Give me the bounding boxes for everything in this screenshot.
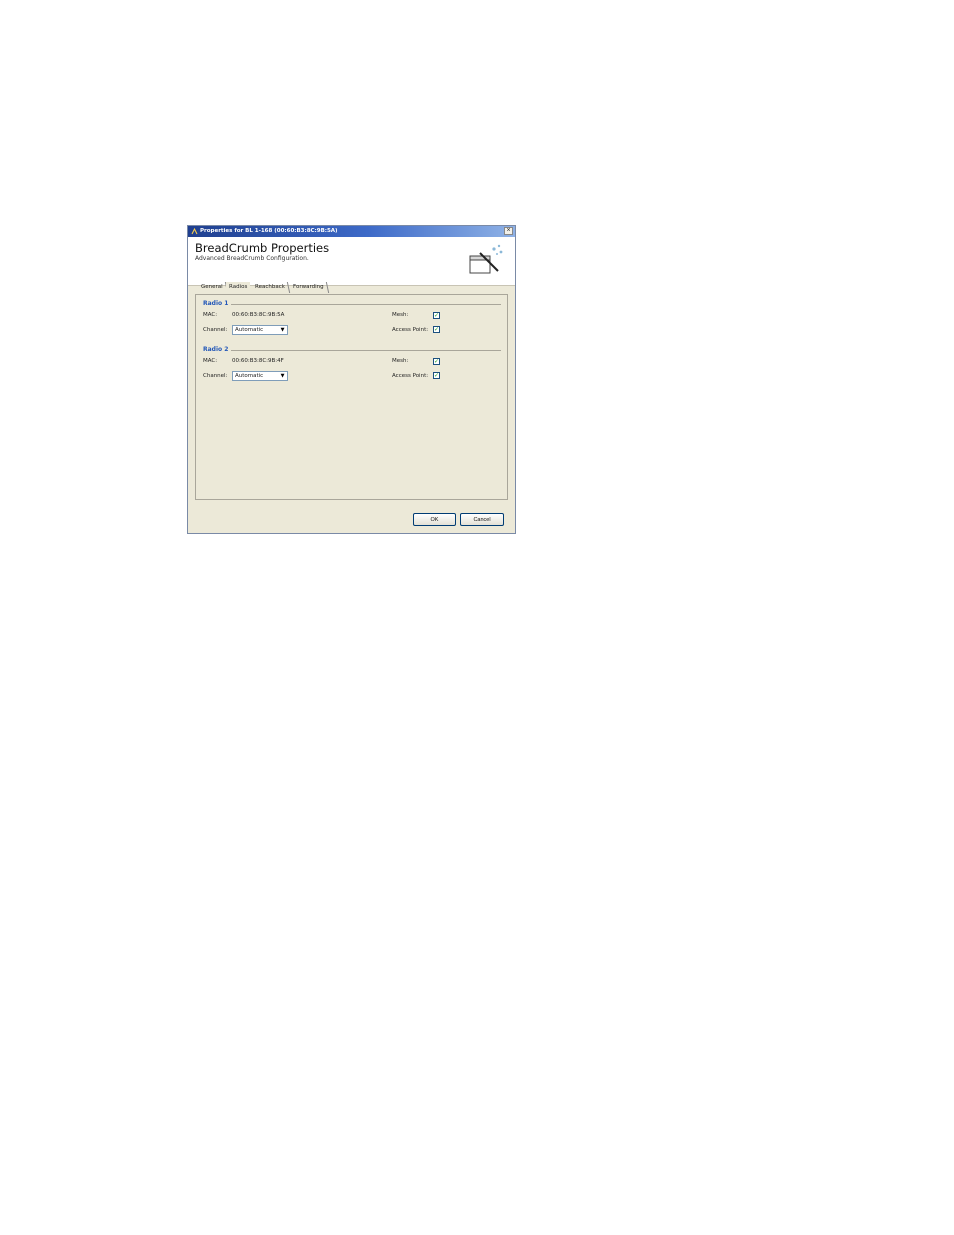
chevron-down-icon: ▼ — [278, 326, 287, 334]
close-button[interactable]: × — [504, 227, 513, 235]
check-icon: ✓ — [434, 326, 440, 333]
radio2-mesh-checkbox[interactable]: ✓ — [433, 358, 440, 365]
radio2-channel-value: Automatic — [235, 373, 264, 379]
window-titlebar[interactable]: Properties for BL 1-168 (00:60:B3:8C:9B:… — [188, 226, 515, 237]
radio2-ap-label: Access Point: — [392, 373, 429, 379]
radio2-mesh-label: Mesh: — [392, 358, 409, 364]
radio2-ap-checkbox[interactable]: ✓ — [433, 372, 440, 379]
radio1-mesh-checkbox[interactable]: ✓ — [433, 312, 440, 319]
radio1-mac-label: MAC: — [203, 312, 218, 318]
tab-reachback[interactable]: Reachback — [250, 282, 291, 293]
radio1-channel-label: Channel: — [203, 327, 228, 333]
radio1-mesh-label: Mesh: — [392, 312, 409, 318]
cancel-button[interactable]: Cancel — [460, 513, 504, 526]
radio1-channel-select[interactable]: Automatic ▼ — [232, 325, 288, 335]
ok-button[interactable]: OK — [413, 513, 456, 526]
properties-dialog: Properties for BL 1-168 (00:60:B3:8C:9B:… — [187, 225, 516, 534]
header-title: BreadCrumb Properties — [195, 241, 330, 255]
radio1-ap-label: Access Point: — [392, 327, 429, 333]
radio1-ap-checkbox[interactable]: ✓ — [433, 326, 440, 333]
radio1-separator — [231, 304, 501, 305]
check-icon: ✓ — [434, 358, 440, 365]
radios-panel: Radio 1 MAC: 00:60:B3:8C:9B:5A Mesh: ✓ C… — [195, 294, 508, 500]
radio2-title: Radio 2 — [203, 346, 229, 353]
tab-radios[interactable]: Radios — [226, 282, 251, 293]
header-subtitle: Advanced BreadCrumb Configuration. — [195, 255, 309, 262]
radio2-separator — [231, 350, 501, 351]
radio1-mac-value: 00:60:B3:8C:9B:5A — [232, 312, 285, 318]
radio1-channel-value: Automatic — [235, 327, 264, 333]
wizard-wand-icon — [469, 244, 503, 274]
app-icon — [191, 228, 198, 235]
tab-general[interactable]: General — [196, 282, 228, 293]
check-icon: ✓ — [434, 312, 440, 319]
radio2-channel-select[interactable]: Automatic ▼ — [232, 371, 288, 381]
radio1-title: Radio 1 — [203, 300, 229, 307]
chevron-down-icon: ▼ — [278, 372, 287, 380]
radio2-mac-value: 00:60:B3:8C:9B:4F — [232, 358, 284, 364]
check-icon: ✓ — [434, 372, 440, 379]
close-icon: × — [506, 227, 511, 234]
radio2-channel-label: Channel: — [203, 373, 228, 379]
tab-forwarding[interactable]: Forwarding — [288, 282, 329, 293]
dialog-header: BreadCrumb Properties Advanced BreadCrum… — [188, 237, 515, 286]
window-title: Properties for BL 1-168 (00:60:B3:8C:9B:… — [200, 228, 338, 234]
radio2-mac-label: MAC: — [203, 358, 218, 364]
